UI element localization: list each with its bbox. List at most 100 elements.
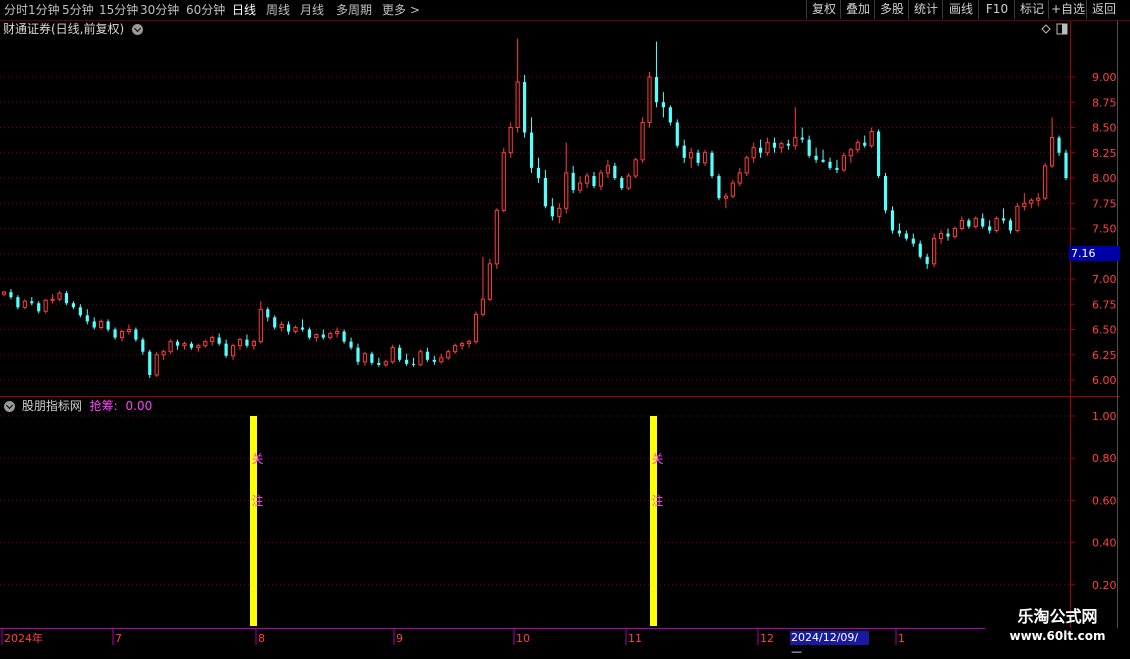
- candle: [564, 142, 569, 214]
- candle-body: [654, 77, 659, 103]
- candle: [85, 309, 89, 325]
- candle: [668, 105, 672, 126]
- candle-body: [737, 172, 742, 184]
- indicator-tick-label: 0.20: [1092, 579, 1117, 592]
- candle-body: [300, 327, 305, 330]
- candle-body: [71, 303, 76, 308]
- candle: [1029, 198, 1034, 209]
- price-tick-label: 6.75: [1092, 298, 1117, 311]
- candle-body: [973, 217, 978, 227]
- indicator-tick-label: 0.40: [1092, 537, 1117, 550]
- candle-body: [675, 122, 679, 146]
- signal-bar: [250, 416, 257, 626]
- candle: [578, 175, 583, 194]
- candle: [314, 333, 319, 342]
- candle-body: [37, 303, 41, 312]
- candle: [1001, 208, 1006, 224]
- candle: [377, 357, 381, 367]
- indicator-chevron-icon[interactable]: [4, 401, 15, 412]
- candle: [78, 304, 82, 318]
- candle: [321, 329, 325, 340]
- candle-body: [710, 152, 714, 176]
- candle-body: [362, 353, 368, 363]
- candle: [765, 137, 770, 156]
- candle: [807, 135, 811, 158]
- candle-body: [647, 76, 652, 123]
- candle: [717, 173, 721, 201]
- candle-body: [473, 313, 479, 343]
- candle: [161, 349, 166, 360]
- candle-body: [758, 147, 763, 153]
- candle: [821, 149, 825, 163]
- candle-body: [598, 172, 604, 187]
- candle-body: [356, 347, 360, 362]
- candle-body: [126, 329, 132, 333]
- candle: [494, 208, 499, 269]
- candle: [480, 256, 486, 317]
- date-label: 10: [516, 632, 530, 645]
- candle: [786, 139, 790, 150]
- candle-body: [592, 175, 596, 187]
- candle: [689, 147, 694, 168]
- candle: [196, 343, 201, 352]
- candle: [515, 38, 520, 133]
- indicator-title-bar: 股朋指标网 抢筹: 0.00: [4, 398, 152, 414]
- candle: [730, 180, 735, 199]
- candle-body: [237, 339, 243, 347]
- candle-body: [821, 159, 825, 162]
- candle: [224, 339, 228, 358]
- candle-body: [848, 149, 853, 157]
- candle: [148, 349, 152, 378]
- candle-body: [106, 321, 110, 330]
- candle: [536, 157, 541, 184]
- candle-body: [723, 195, 728, 199]
- candle-body: [897, 230, 902, 234]
- candle-body: [855, 142, 860, 151]
- candle: [841, 152, 846, 172]
- candle: [1022, 193, 1027, 211]
- candle: [598, 169, 604, 191]
- candle-body: [786, 143, 790, 146]
- candle: [855, 139, 860, 153]
- candle-body: [349, 341, 353, 348]
- candle-body: [501, 152, 506, 211]
- candle-body: [890, 210, 895, 231]
- candle: [723, 193, 728, 209]
- candle-body: [487, 263, 492, 300]
- candle-body: [78, 307, 82, 316]
- candle-body: [959, 219, 964, 229]
- candle-body: [904, 233, 908, 239]
- candle-body: [279, 323, 284, 328]
- candle: [647, 71, 652, 128]
- candle-body: [1036, 197, 1041, 201]
- candle: [175, 339, 180, 350]
- kline-chart[interactable]: 9.008.758.508.258.007.757.507.257.006.75…: [0, 0, 1130, 650]
- candle-body: [620, 178, 624, 189]
- date-label: 1: [898, 632, 905, 645]
- candle-body: [536, 167, 541, 178]
- candle: [835, 159, 839, 173]
- candle: [682, 139, 686, 163]
- candle-body: [418, 351, 423, 366]
- candle: [453, 343, 458, 354]
- candle: [16, 295, 20, 310]
- candle: [141, 337, 145, 355]
- candle-body: [952, 228, 958, 238]
- candle-body: [702, 152, 708, 164]
- price-tick-label: 7.75: [1092, 197, 1117, 210]
- candle-body: [141, 339, 145, 352]
- candle: [772, 137, 777, 153]
- candle-body: [460, 343, 465, 347]
- candle: [592, 171, 596, 189]
- indicator-tick-label: 1.00: [1092, 410, 1117, 423]
- candle: [92, 317, 96, 330]
- candle-body: [342, 331, 346, 342]
- signal-bar: [650, 416, 657, 626]
- candle-body: [751, 147, 756, 159]
- candle-body: [772, 142, 777, 148]
- candle: [362, 351, 368, 366]
- candle: [50, 294, 55, 304]
- candle-body: [578, 182, 583, 191]
- candle-body: [134, 329, 138, 340]
- candle-body: [92, 321, 96, 328]
